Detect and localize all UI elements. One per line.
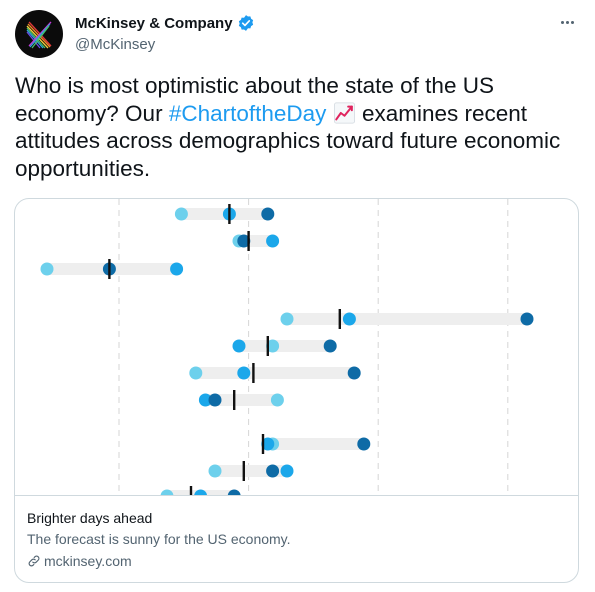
range-bar	[287, 313, 527, 325]
data-point-light	[189, 366, 203, 380]
data-point-mid	[342, 312, 356, 326]
range-bar	[195, 367, 355, 379]
data-point-light	[40, 262, 54, 276]
card-description: The forecast is sunny for the US economy…	[27, 531, 291, 547]
more-options-icon[interactable]	[555, 12, 579, 32]
data-point-dark	[520, 312, 534, 326]
data-point-light	[174, 207, 188, 221]
data-point-mid	[280, 464, 294, 478]
data-point-dark	[208, 393, 222, 407]
range-bar	[239, 340, 331, 352]
data-point-dark	[261, 207, 275, 221]
link-icon	[28, 555, 40, 567]
data-point-mid	[232, 339, 246, 353]
data-point-mid	[266, 234, 280, 248]
chart-increasing-emoji	[333, 102, 355, 124]
card-title[interactable]: Brighter days ahead	[27, 510, 152, 526]
avatar[interactable]	[15, 10, 63, 58]
account-name[interactable]: McKinsey & Company	[75, 15, 233, 32]
tweet-text: Who is most optimistic about the state o…	[15, 72, 583, 182]
data-point-light	[270, 393, 284, 407]
data-point-mid	[237, 366, 251, 380]
hashtag-link[interactable]: #ChartoftheDay	[169, 101, 327, 126]
account-handle[interactable]: @McKinsey	[75, 36, 155, 53]
account-name-row: McKinsey & Company	[75, 14, 255, 32]
data-point-dark	[347, 366, 361, 380]
mckinsey-logo-icon	[26, 21, 52, 49]
data-point-dark	[323, 339, 337, 353]
link-card[interactable]: Brighter days ahead The forecast is sunn…	[14, 198, 579, 583]
card-link-text[interactable]: mckinsey.com	[44, 553, 132, 569]
data-point-mid	[170, 262, 184, 276]
dot-range-chart	[40, 199, 534, 495]
card-link[interactable]: mckinsey.com	[27, 553, 132, 569]
range-bar	[267, 438, 364, 450]
data-point-dark	[266, 464, 280, 478]
card-footer[interactable]: Brighter days ahead The forecast is sunn…	[15, 495, 578, 582]
verified-badge-icon	[238, 15, 253, 31]
data-point-dark	[357, 437, 371, 451]
data-point-light	[208, 464, 222, 478]
data-point-light	[280, 312, 294, 326]
